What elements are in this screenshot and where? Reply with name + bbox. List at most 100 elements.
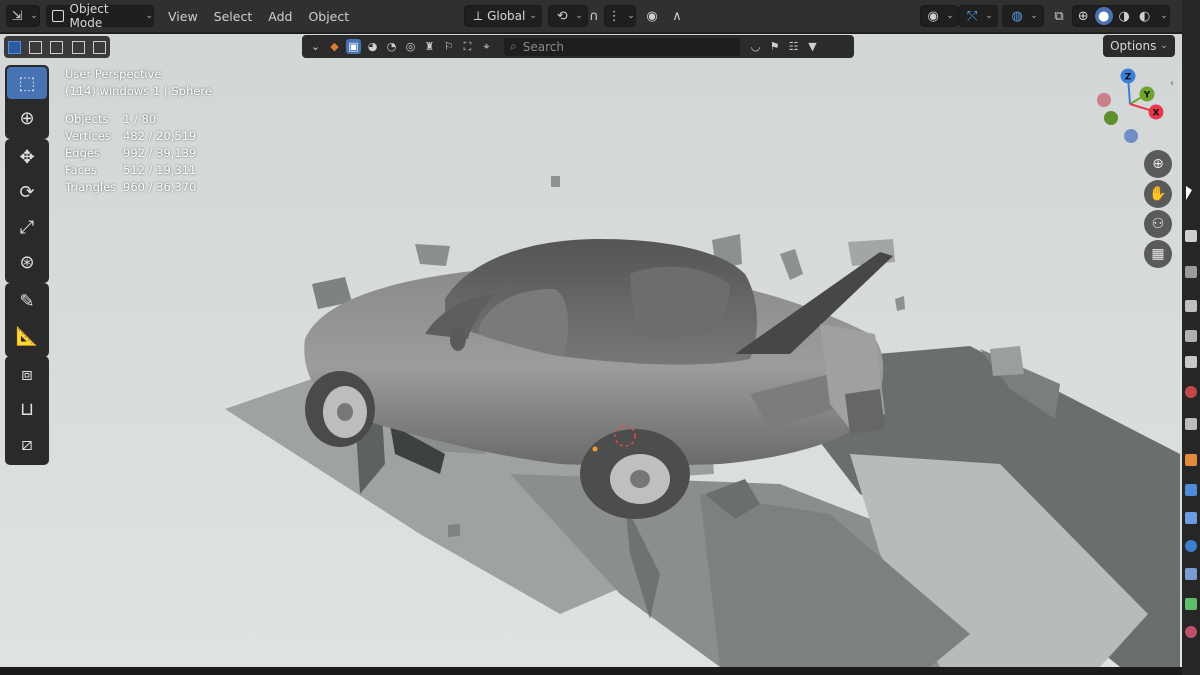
select-extend-icon[interactable] bbox=[29, 40, 43, 54]
armature-filter-icon[interactable]: ⚐ bbox=[441, 39, 456, 54]
gizmo-neg-x[interactable] bbox=[1097, 93, 1111, 107]
options-dropdown[interactable]: Options ⌄ bbox=[1103, 35, 1175, 57]
snap-toggle[interactable]: ∩ bbox=[584, 5, 604, 27]
transform-tool[interactable]: ⊛ bbox=[7, 246, 47, 278]
falloff-curve-icon: ∧ bbox=[672, 8, 682, 24]
ortho-toggle-button[interactable]: ▦ bbox=[1144, 240, 1172, 268]
menu-add[interactable]: Add bbox=[260, 5, 300, 27]
gizmo-neg-y[interactable] bbox=[1104, 111, 1118, 125]
color-cube-icon[interactable]: ◆ bbox=[327, 39, 342, 54]
visibility-dropdown[interactable]: ◉ ⌄ bbox=[920, 5, 958, 27]
scene-tab-icon[interactable] bbox=[1185, 356, 1197, 368]
view-layer-tab-icon[interactable] bbox=[1185, 330, 1197, 342]
snap-increment-icon: ⋮ bbox=[607, 8, 621, 24]
material-tab-icon[interactable] bbox=[1185, 626, 1197, 638]
surface-filter-icon[interactable]: ◔ bbox=[384, 39, 399, 54]
bookmark-icon[interactable]: ⚑ bbox=[767, 39, 782, 54]
data-tab-icon[interactable] bbox=[1185, 598, 1197, 610]
stat-triangles: Triangles 960 / 36,370 bbox=[65, 180, 197, 194]
material-shading-icon[interactable]: ◑ bbox=[1115, 7, 1133, 25]
constraints-tab-icon[interactable] bbox=[1185, 568, 1197, 580]
object-type-filter-bar: ⌄ ◆ ▣ ◕ ◔ ◎ ♜ ⚐ ⛶ ⌖ ⌕ Search ◡ ⚑ ☷ ▼ bbox=[302, 35, 854, 58]
select-subtract-icon[interactable] bbox=[50, 40, 64, 54]
chevron-down-icon[interactable]: ⌄ bbox=[308, 39, 323, 54]
shear-icon: ⧄ bbox=[21, 433, 33, 455]
lattice-filter-icon[interactable]: ⛶ bbox=[460, 39, 475, 54]
mesh-filter-icon[interactable]: ▣ bbox=[346, 39, 361, 54]
move-tool[interactable]: ✥ bbox=[7, 141, 47, 173]
3d-viewport[interactable]: ⌄ ◆ ▣ ◕ ◔ ◎ ♜ ⚐ ⛶ ⌖ ⌕ Search ◡ ⚑ ☷ ▼ Opt… bbox=[0, 34, 1182, 667]
viewport-overlay-info: User Perspective (114) windows 1 | Spher… bbox=[65, 66, 212, 196]
add-cube-tool[interactable]: ⧈ bbox=[7, 358, 47, 390]
toolbar-annotate-group: ✎ 📐 bbox=[5, 283, 49, 357]
rotate-tool[interactable]: ⟳ bbox=[7, 176, 47, 208]
stat-edges: Edges 992 / 39,139 bbox=[65, 146, 197, 160]
zoom-icon: ⊕ bbox=[1152, 156, 1164, 172]
transform-orientation-dropdown[interactable]: ⟂ Global ⌄ bbox=[464, 5, 542, 27]
select-box-tool[interactable]: ⬚ bbox=[7, 67, 47, 99]
scale-tool[interactable]: ⤢ bbox=[7, 211, 47, 243]
solid-shading-icon[interactable]: ● bbox=[1094, 7, 1113, 25]
hand-icon: ✋ bbox=[1149, 186, 1167, 202]
mode-dropdown[interactable]: Object Mode ⌄ bbox=[46, 2, 154, 30]
gizmo-neg-z[interactable] bbox=[1124, 129, 1138, 143]
collection-tab-icon[interactable] bbox=[1185, 418, 1197, 430]
proportional-edit-toggle[interactable]: ◉ bbox=[642, 5, 662, 27]
mode-label: Object Mode bbox=[69, 2, 109, 30]
menu-view[interactable]: View bbox=[160, 5, 206, 27]
filter-funnel-icon[interactable]: ▼ bbox=[805, 39, 820, 54]
object-tab-icon[interactable] bbox=[1185, 454, 1197, 466]
select-intersect-icon[interactable] bbox=[92, 40, 106, 54]
tool-tab-icon[interactable] bbox=[1185, 230, 1197, 242]
xray-toggle[interactable]: ⧉ bbox=[1048, 5, 1070, 27]
stat-objects: Objects 1 / 80 bbox=[65, 112, 157, 126]
shear-tool[interactable]: ⧄ bbox=[7, 428, 47, 460]
pivot-point-dropdown[interactable]: ⟲ ⌄ bbox=[548, 5, 588, 27]
menu-select[interactable]: Select bbox=[206, 5, 261, 27]
hierarchy-icon[interactable]: ☷ bbox=[786, 39, 801, 54]
zoom-button[interactable]: ⊕ bbox=[1144, 150, 1172, 178]
measure-tool[interactable]: 📐 bbox=[7, 320, 47, 352]
world-tab-icon[interactable] bbox=[1185, 386, 1197, 398]
render-tab-icon[interactable] bbox=[1185, 266, 1197, 278]
camera-view-button[interactable]: ⚇ bbox=[1144, 210, 1172, 238]
navigation-gizmo[interactable]: Z Y X bbox=[1090, 64, 1170, 144]
search-input[interactable]: ⌕ Search bbox=[504, 37, 740, 56]
empty-filter-icon[interactable]: ⌖ bbox=[479, 39, 494, 54]
chevron-down-icon: ⌄ bbox=[985, 11, 993, 21]
pan-button[interactable]: ✋ bbox=[1144, 180, 1172, 208]
overlays-icon: ◍ bbox=[1011, 8, 1023, 24]
region-toggle-arrow[interactable]: ‹ bbox=[1170, 78, 1180, 92]
chevron-down-icon[interactable]: ⌄ bbox=[1160, 11, 1168, 21]
pencil-icon: ✎ bbox=[19, 290, 35, 312]
gizmo-toggle[interactable]: ⤲ ⌄ bbox=[958, 5, 998, 27]
select-new-icon[interactable] bbox=[8, 40, 22, 54]
cursor-tool[interactable]: ⊕ bbox=[7, 102, 47, 134]
meta-filter-icon[interactable]: ◎ bbox=[403, 39, 418, 54]
proportional-icon: ◉ bbox=[646, 8, 658, 24]
falloff-dropdown[interactable]: ∧ bbox=[664, 5, 690, 27]
uv-tool[interactable]: ⊔ bbox=[7, 393, 47, 425]
editor-type-button[interactable]: ⇲ ⌄ bbox=[6, 5, 40, 27]
rendered-shading-icon[interactable]: ◐ bbox=[1136, 7, 1154, 25]
physics-tab-icon[interactable] bbox=[1185, 540, 1197, 552]
curve-filter-icon[interactable]: ◕ bbox=[365, 39, 380, 54]
select-invert-icon[interactable] bbox=[71, 40, 85, 54]
filter-tweak-icon[interactable]: ◡ bbox=[748, 39, 763, 54]
snap-target-dropdown[interactable]: ⋮ ⌄ bbox=[604, 5, 636, 27]
status-bar bbox=[0, 667, 1182, 675]
active-context: (114) windows 1 | Sphere bbox=[65, 84, 212, 98]
scale-icon: ⤢ bbox=[19, 216, 35, 238]
menu-object[interactable]: Object bbox=[300, 5, 357, 27]
gizmo-y-label: Y bbox=[1143, 91, 1151, 101]
modifier-tab-icon[interactable] bbox=[1185, 484, 1197, 496]
selection-mode-group bbox=[4, 36, 110, 58]
overlays-toggle[interactable]: ◍ ⌄ bbox=[1002, 5, 1044, 27]
text-filter-icon[interactable]: ♜ bbox=[422, 39, 437, 54]
particles-tab-icon[interactable] bbox=[1185, 512, 1197, 524]
axes-icon: ⇲ bbox=[11, 8, 23, 24]
output-tab-icon[interactable] bbox=[1185, 300, 1197, 312]
annotate-tool[interactable]: ✎ bbox=[7, 285, 47, 317]
chevron-down-icon: ⌄ bbox=[946, 11, 954, 21]
wireframe-shading-icon[interactable]: ⊕ bbox=[1074, 7, 1092, 25]
